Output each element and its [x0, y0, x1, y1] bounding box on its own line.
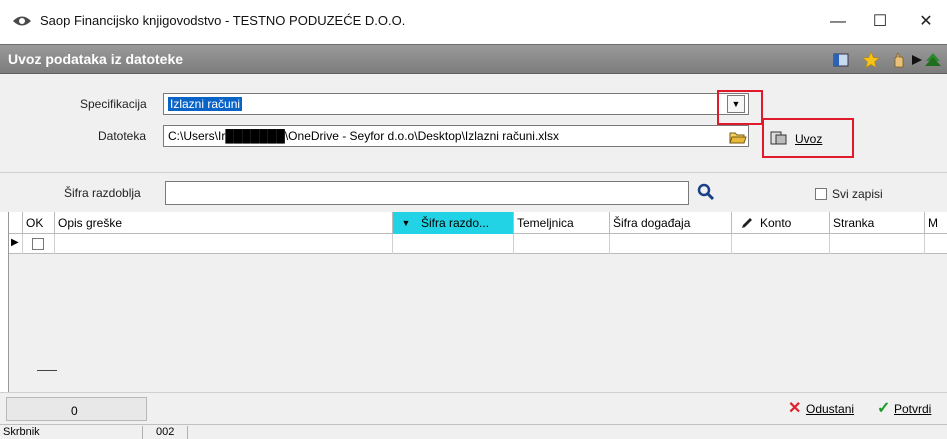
column-opis-greske[interactable]: Opis greške [55, 212, 393, 234]
filter-bar: Šifra razdoblja Svi zapisi [0, 172, 947, 212]
errors-grid: OK Opis greške ▼ Šifra razdo... Temeljni… [8, 212, 947, 392]
row-marker: ▶ [9, 234, 23, 254]
window-titlebar: Saop Financijsko knjigovodstvo - TESTNO … [0, 0, 947, 44]
row-temeljnica-cell[interactable] [514, 234, 610, 254]
sifra-razdoblja-input[interactable] [165, 181, 689, 205]
column-konto[interactable]: Konto [732, 212, 830, 234]
row-sifra-dogadaja-cell[interactable] [610, 234, 732, 254]
odustani-button[interactable]: ✕ Odustani [788, 400, 868, 420]
highlight-dropdown-box [717, 90, 763, 125]
specifikacija-value: Izlazni računi [168, 97, 243, 111]
uvoz-label: Uvoz [795, 132, 823, 146]
pencil-icon [742, 218, 752, 228]
specifikacija-select[interactable]: Izlazni računi [163, 93, 749, 115]
grid-row-indicator-header [9, 212, 23, 234]
row-opis-cell[interactable] [55, 234, 393, 254]
confirm-check-icon: ✓ [877, 400, 891, 417]
row-konto-cell[interactable] [732, 234, 830, 254]
row-m-cell[interactable] [925, 234, 947, 254]
column-m[interactable]: M [925, 212, 947, 234]
column-konto-label: Konto [760, 216, 792, 230]
datoteka-input[interactable]: C:\Users\Ir███████\OneDrive - Seyfor d.o… [163, 125, 749, 147]
maximize-button[interactable]: ☐ [860, 8, 900, 36]
datoteka-value: C:\Users\Ir███████\OneDrive - Seyfor d.o… [168, 129, 559, 143]
datoteka-label: Datoteka [98, 129, 147, 143]
status-bar: Skrbnik 002 [0, 424, 947, 439]
star-icon[interactable] [862, 51, 880, 69]
cancel-x-icon: ✕ [788, 400, 802, 417]
layout-icon[interactable] [832, 51, 850, 69]
status-user: Skrbnik [3, 426, 143, 439]
record-count: 0 [6, 397, 147, 421]
potvrdi-label: Potvrdi [894, 402, 932, 416]
row-stranka-cell[interactable] [830, 234, 925, 254]
open-folder-icon[interactable] [729, 129, 747, 145]
svi-zapisi-label: Svi zapisi [832, 187, 883, 201]
grid-footer-line [37, 370, 57, 371]
window-title: Saop Financijsko knjigovodstvo - TESTNO … [40, 13, 406, 28]
tree-icon[interactable] [924, 51, 942, 69]
column-sifra-razdoblja-label: Šifra razdo... [419, 212, 513, 234]
table-row[interactable]: ▶ [9, 234, 947, 254]
close-button[interactable]: ✕ [906, 8, 946, 36]
minimize-button[interactable]: — [818, 8, 858, 36]
app-eye-icon [13, 16, 31, 26]
sifra-razdoblja-label: Šifra razdoblja [64, 186, 141, 200]
search-icon[interactable] [697, 183, 715, 201]
row-ok-cell[interactable] [23, 234, 55, 254]
column-stranka[interactable]: Stranka [830, 212, 925, 234]
sort-down-icon: ▼ [393, 212, 419, 234]
grid-header: OK Opis greške ▼ Šifra razdo... Temeljni… [9, 212, 947, 234]
column-ok[interactable]: OK [23, 212, 55, 234]
bottom-bar: 0 ✕ Odustani ✓ Potvrdi [0, 392, 947, 424]
column-sifra-razdoblja[interactable]: ▼ Šifra razdo... [393, 212, 514, 234]
potvrdi-button[interactable]: ✓ Potvrdi [877, 400, 947, 420]
import-form: Specifikacija Izlazni računi ▼ Datoteka … [0, 74, 947, 172]
uvoz-button[interactable]: Uvoz [770, 129, 840, 149]
status-code: 002 [152, 426, 188, 439]
odustani-label: Odustani [806, 402, 855, 416]
specifikacija-label: Specifikacija [80, 97, 147, 111]
form-title: Uvoz podataka iz datoteke [8, 51, 184, 67]
column-sifra-dogadaja[interactable]: Šifra događaja [610, 212, 732, 234]
row-ok-checkbox[interactable] [32, 238, 44, 250]
row-sifra-razdoblja-cell[interactable] [393, 234, 514, 254]
column-temeljnica[interactable]: Temeljnica [514, 212, 610, 234]
form-header: Uvoz podataka iz datoteke [0, 44, 947, 74]
hand-icon[interactable] [890, 51, 908, 69]
import-icon [770, 131, 787, 145]
svi-zapisi-checkbox[interactable] [815, 188, 827, 200]
